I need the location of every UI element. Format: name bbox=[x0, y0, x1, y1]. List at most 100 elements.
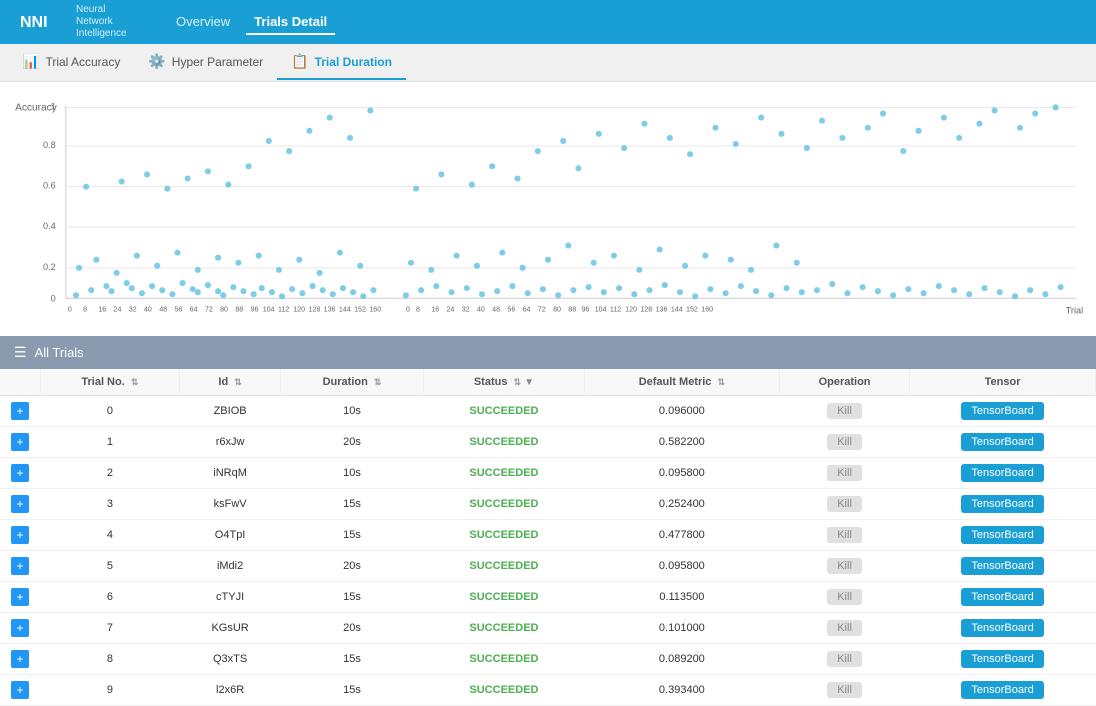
svg-text:64: 64 bbox=[523, 305, 531, 313]
kill-button-9[interactable]: Kill bbox=[827, 682, 862, 698]
cell-status-9: SUCCEEDED bbox=[424, 675, 585, 706]
kill-button-0[interactable]: Kill bbox=[827, 403, 862, 419]
tab-hyper-parameter[interactable]: ⚙️ Hyper Parameter bbox=[134, 45, 277, 80]
sort-icon-id[interactable]: ⇅ bbox=[234, 377, 242, 388]
svg-text:40: 40 bbox=[477, 305, 485, 313]
cell-trial-no-9: 9 bbox=[40, 675, 180, 706]
tensorboard-button-2[interactable]: TensorBoard bbox=[961, 464, 1043, 482]
cell-status-6: SUCCEEDED bbox=[424, 582, 585, 613]
cell-operation-4: Kill bbox=[779, 520, 909, 551]
nav-overview[interactable]: Overview bbox=[168, 10, 238, 35]
cell-operation-6: Kill bbox=[779, 582, 909, 613]
cell-duration-9: 15s bbox=[280, 675, 423, 706]
cell-metric-8: 0.089200 bbox=[584, 644, 779, 675]
tensorboard-button-9[interactable]: TensorBoard bbox=[961, 681, 1043, 699]
svg-text:160: 160 bbox=[369, 305, 381, 313]
cell-metric-2: 0.095800 bbox=[584, 458, 779, 489]
table-row: + 2 iNRqM 10s SUCCEEDED 0.095800 Kill Te… bbox=[0, 458, 1096, 489]
tensorboard-button-6[interactable]: TensorBoard bbox=[961, 588, 1043, 606]
all-trials-header: ☰ All Trials bbox=[0, 336, 1096, 369]
tensorboard-button-0[interactable]: TensorBoard bbox=[961, 402, 1043, 420]
expand-button-4[interactable]: + bbox=[11, 526, 29, 544]
tab-trial-accuracy-label: Trial Accuracy bbox=[45, 55, 120, 69]
cell-status-7: SUCCEEDED bbox=[424, 613, 585, 644]
cell-id-4: O4TpI bbox=[180, 520, 281, 551]
tensorboard-button-1[interactable]: TensorBoard bbox=[961, 433, 1043, 451]
cell-id-1: r6xJw bbox=[180, 427, 281, 458]
kill-button-2[interactable]: Kill bbox=[827, 465, 862, 481]
tensorboard-button-8[interactable]: TensorBoard bbox=[961, 650, 1043, 668]
svg-text:0.4: 0.4 bbox=[43, 221, 56, 231]
svg-text:80: 80 bbox=[553, 305, 561, 313]
kill-button-1[interactable]: Kill bbox=[827, 434, 862, 450]
cell-status-4: SUCCEEDED bbox=[424, 520, 585, 551]
kill-button-3[interactable]: Kill bbox=[827, 496, 862, 512]
tab-trial-duration[interactable]: 📋 Trial Duration bbox=[277, 45, 406, 80]
chart-area: Accuracy 1 0.8 0.6 0.4 0.2 0 Trial bbox=[0, 82, 1096, 336]
cell-tensor-2: TensorBoard bbox=[910, 458, 1096, 489]
table-row: + 6 cTYJI 15s SUCCEEDED 0.113500 Kill Te… bbox=[0, 582, 1096, 613]
kill-button-6[interactable]: Kill bbox=[827, 589, 862, 605]
expand-button-7[interactable]: + bbox=[11, 619, 29, 637]
svg-text:152: 152 bbox=[354, 305, 366, 313]
cell-duration-6: 15s bbox=[280, 582, 423, 613]
col-expand bbox=[0, 369, 40, 396]
hyper-parameter-icon: ⚙️ bbox=[148, 53, 165, 70]
table-row: + 3 ksFwV 15s SUCCEEDED 0.252400 Kill Te… bbox=[0, 489, 1096, 520]
sort-icon-metric[interactable]: ⇅ bbox=[717, 377, 725, 388]
col-tensor: Tensor bbox=[910, 369, 1096, 396]
tensorboard-button-5[interactable]: TensorBoard bbox=[961, 557, 1043, 575]
svg-text:160: 160 bbox=[701, 305, 713, 313]
svg-text:0: 0 bbox=[51, 293, 56, 303]
kill-button-5[interactable]: Kill bbox=[827, 558, 862, 574]
kill-button-7[interactable]: Kill bbox=[827, 620, 862, 636]
sort-icon-duration[interactable]: ⇅ bbox=[374, 377, 382, 388]
tab-trial-accuracy[interactable]: 📊 Trial Accuracy bbox=[8, 45, 134, 80]
kill-button-4[interactable]: Kill bbox=[827, 527, 862, 543]
cell-tensor-6: TensorBoard bbox=[910, 582, 1096, 613]
cell-id-7: KGsUR bbox=[180, 613, 281, 644]
cell-id-0: ZBIOB bbox=[180, 396, 281, 427]
table-row: + 7 KGsUR 20s SUCCEEDED 0.101000 Kill Te… bbox=[0, 613, 1096, 644]
kill-button-8[interactable]: Kill bbox=[827, 651, 862, 667]
cell-metric-4: 0.477800 bbox=[584, 520, 779, 551]
svg-text:96: 96 bbox=[251, 305, 259, 313]
sort-icon-trial-no[interactable]: ⇅ bbox=[131, 377, 139, 388]
svg-text:152: 152 bbox=[686, 305, 698, 313]
sort-icon-status[interactable]: ⇅ bbox=[514, 377, 522, 388]
svg-text:16: 16 bbox=[431, 305, 439, 313]
svg-text:48: 48 bbox=[492, 305, 500, 313]
svg-text:0.2: 0.2 bbox=[43, 262, 56, 272]
expand-button-5[interactable]: + bbox=[11, 557, 29, 575]
cell-duration-2: 10s bbox=[280, 458, 423, 489]
tab-trial-duration-label: Trial Duration bbox=[315, 55, 392, 69]
cell-operation-8: Kill bbox=[779, 644, 909, 675]
col-id: Id ⇅ bbox=[180, 369, 281, 396]
cell-id-2: iNRqM bbox=[180, 458, 281, 489]
filter-icon-status[interactable]: ▼ bbox=[524, 377, 534, 388]
tensorboard-button-7[interactable]: TensorBoard bbox=[961, 619, 1043, 637]
app-logo: NNI bbox=[16, 7, 68, 37]
svg-text:0.6: 0.6 bbox=[43, 181, 56, 191]
expand-button-0[interactable]: + bbox=[11, 402, 29, 420]
expand-button-8[interactable]: + bbox=[11, 650, 29, 668]
svg-text:0: 0 bbox=[406, 305, 410, 313]
col-trial-no: Trial No. ⇅ bbox=[40, 369, 180, 396]
svg-text:120: 120 bbox=[293, 305, 305, 313]
tensorboard-button-3[interactable]: TensorBoard bbox=[961, 495, 1043, 513]
expand-button-1[interactable]: + bbox=[11, 433, 29, 451]
tensorboard-button-4[interactable]: TensorBoard bbox=[961, 526, 1043, 544]
cell-status-0: SUCCEEDED bbox=[424, 396, 585, 427]
expand-button-6[interactable]: + bbox=[11, 588, 29, 606]
svg-text:32: 32 bbox=[462, 305, 470, 313]
svg-text:120: 120 bbox=[625, 305, 637, 313]
trials-table: Trial No. ⇅ Id ⇅ Duration ⇅ Status ⇅ ▼ D… bbox=[0, 369, 1096, 706]
cell-tensor-7: TensorBoard bbox=[910, 613, 1096, 644]
cell-trial-no-2: 2 bbox=[40, 458, 180, 489]
trials-table-body: + 0 ZBIOB 10s SUCCEEDED 0.096000 Kill Te… bbox=[0, 396, 1096, 706]
expand-button-2[interactable]: + bbox=[11, 464, 29, 482]
expand-button-3[interactable]: + bbox=[11, 495, 29, 513]
cell-metric-5: 0.095800 bbox=[584, 551, 779, 582]
nav-trials-detail[interactable]: Trials Detail bbox=[246, 10, 335, 35]
expand-button-9[interactable]: + bbox=[11, 681, 29, 699]
